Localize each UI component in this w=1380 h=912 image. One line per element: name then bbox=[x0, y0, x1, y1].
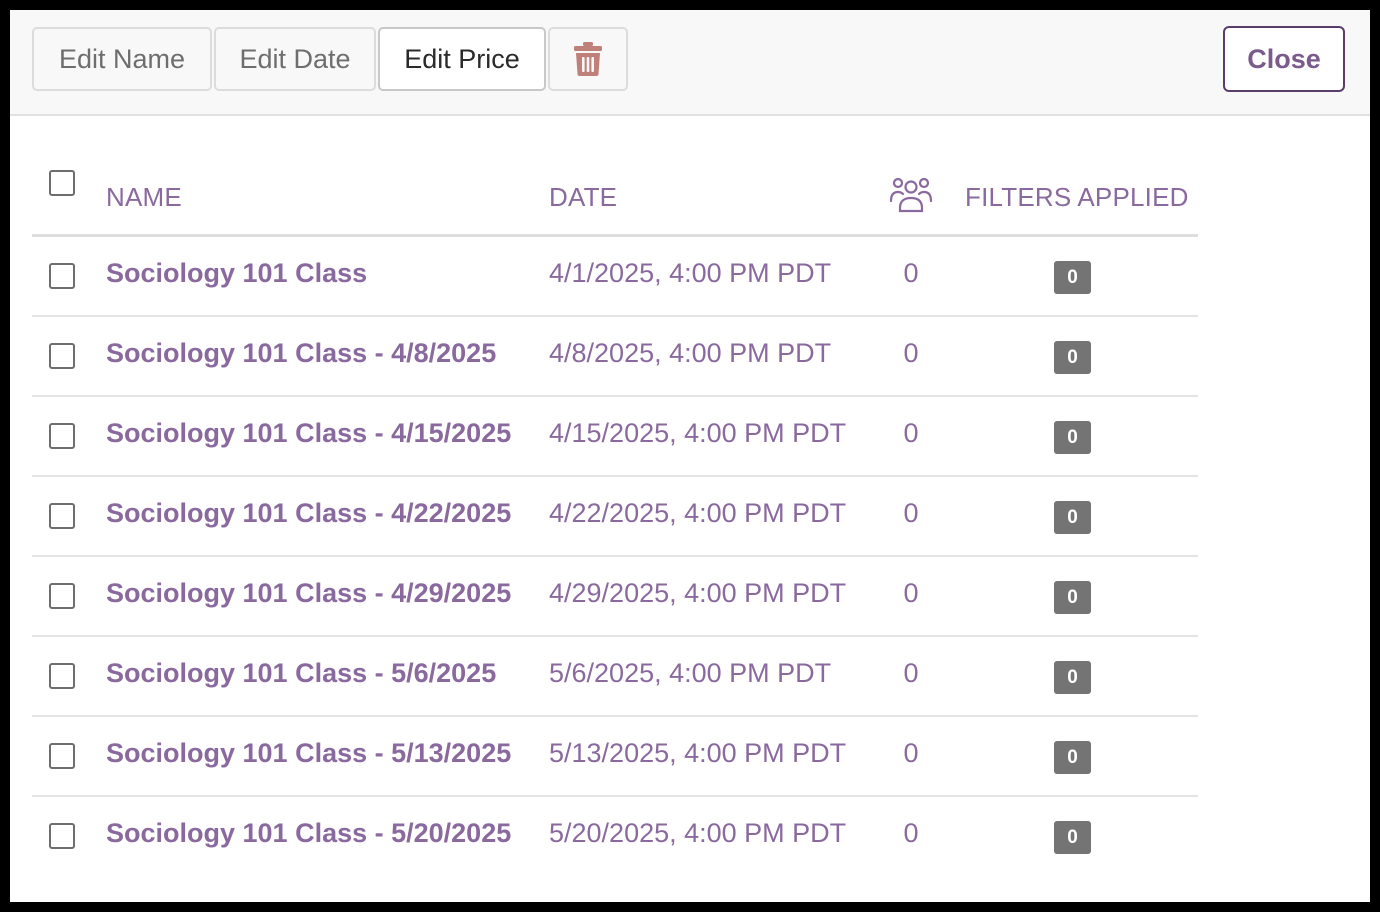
close-button[interactable]: Close bbox=[1223, 26, 1345, 92]
column-header-filters-applied: FILTERS APPLIED bbox=[965, 182, 1189, 212]
row-checkbox[interactable] bbox=[49, 423, 75, 449]
filters-applied-badge: 0 bbox=[1054, 581, 1091, 614]
attendee-count: 0 bbox=[903, 818, 919, 848]
table-row: Sociology 101 Class - 4/29/2025 4/29/202… bbox=[32, 557, 1198, 637]
table-row: Sociology 101 Class - 5/6/2025 5/6/2025,… bbox=[32, 637, 1198, 717]
session-date: 4/29/2025, 4:00 PM PDT bbox=[549, 578, 847, 608]
select-all-checkbox[interactable] bbox=[49, 170, 75, 196]
filters-applied-badge: 0 bbox=[1054, 661, 1091, 694]
edit-price-button[interactable]: Edit Price bbox=[378, 27, 546, 91]
attendee-count: 0 bbox=[903, 418, 919, 448]
attendee-count: 0 bbox=[903, 258, 919, 288]
filters-applied-badge: 0 bbox=[1054, 821, 1091, 854]
session-name-link[interactable]: Sociology 101 Class - 5/6/2025 bbox=[106, 658, 496, 689]
people-icon bbox=[889, 177, 933, 213]
attendee-count: 0 bbox=[903, 578, 919, 608]
column-header-attendees bbox=[889, 176, 933, 216]
session-name-link[interactable]: Sociology 101 Class - 4/22/2025 bbox=[106, 498, 511, 529]
attendee-count: 0 bbox=[903, 498, 919, 528]
row-checkbox[interactable] bbox=[49, 743, 75, 769]
session-name-link[interactable]: Sociology 101 Class bbox=[106, 258, 367, 289]
toolbar: Edit Name Edit Date Edit Price Close bbox=[10, 10, 1370, 116]
table-row: Sociology 101 Class - 4/22/2025 4/22/202… bbox=[32, 477, 1198, 557]
filters-applied-badge: 0 bbox=[1054, 421, 1091, 454]
session-name-link[interactable]: Sociology 101 Class - 5/20/2025 bbox=[106, 818, 511, 849]
trash-icon bbox=[574, 42, 602, 76]
session-date: 5/13/2025, 4:00 PM PDT bbox=[549, 738, 847, 768]
table-row: Sociology 101 Class - 5/13/2025 5/13/202… bbox=[32, 717, 1198, 797]
session-date: 4/15/2025, 4:00 PM PDT bbox=[549, 418, 847, 448]
table-row: Sociology 101 Class - 4/15/2025 4/15/202… bbox=[32, 397, 1198, 477]
column-header-name[interactable]: NAME bbox=[106, 182, 182, 213]
table-header: NAME DATE FILTERS APPLIED bbox=[32, 160, 1198, 237]
edit-sessions-modal: Edit Name Edit Date Edit Price Close NAM… bbox=[10, 10, 1370, 902]
session-name-link[interactable]: Sociology 101 Class - 5/13/2025 bbox=[106, 738, 511, 769]
filters-applied-badge: 0 bbox=[1054, 341, 1091, 374]
sessions-table: NAME DATE FILTERS APPLIED Sociology 101 … bbox=[32, 160, 1198, 875]
attendee-count: 0 bbox=[903, 738, 919, 768]
table-row: Sociology 101 Class - 4/8/2025 4/8/2025,… bbox=[32, 317, 1198, 397]
row-checkbox[interactable] bbox=[49, 263, 75, 289]
attendee-count: 0 bbox=[903, 658, 919, 688]
column-header-date[interactable]: DATE bbox=[549, 182, 617, 213]
session-name-link[interactable]: Sociology 101 Class - 4/29/2025 bbox=[106, 578, 511, 609]
edit-name-button[interactable]: Edit Name bbox=[32, 27, 212, 91]
session-date: 4/22/2025, 4:00 PM PDT bbox=[549, 498, 847, 528]
edit-date-button[interactable]: Edit Date bbox=[214, 27, 376, 91]
row-checkbox[interactable] bbox=[49, 503, 75, 529]
row-checkbox[interactable] bbox=[49, 823, 75, 849]
row-checkbox[interactable] bbox=[49, 583, 75, 609]
attendee-count: 0 bbox=[903, 338, 919, 368]
delete-button[interactable] bbox=[548, 27, 628, 91]
row-checkbox[interactable] bbox=[49, 343, 75, 369]
session-name-link[interactable]: Sociology 101 Class - 4/8/2025 bbox=[106, 338, 496, 369]
session-date: 5/6/2025, 4:00 PM PDT bbox=[549, 658, 832, 688]
session-name-link[interactable]: Sociology 101 Class - 4/15/2025 bbox=[106, 418, 511, 449]
filters-applied-badge: 0 bbox=[1054, 501, 1091, 534]
session-date: 4/8/2025, 4:00 PM PDT bbox=[549, 338, 832, 368]
session-date: 5/20/2025, 4:00 PM PDT bbox=[549, 818, 847, 848]
table-row: Sociology 101 Class - 5/20/2025 5/20/202… bbox=[32, 797, 1198, 875]
table-row: Sociology 101 Class 4/1/2025, 4:00 PM PD… bbox=[32, 237, 1198, 317]
session-date: 4/1/2025, 4:00 PM PDT bbox=[549, 258, 832, 288]
row-checkbox[interactable] bbox=[49, 663, 75, 689]
table-body: Sociology 101 Class 4/1/2025, 4:00 PM PD… bbox=[32, 237, 1198, 875]
filters-applied-badge: 0 bbox=[1054, 261, 1091, 294]
filters-applied-badge: 0 bbox=[1054, 741, 1091, 774]
